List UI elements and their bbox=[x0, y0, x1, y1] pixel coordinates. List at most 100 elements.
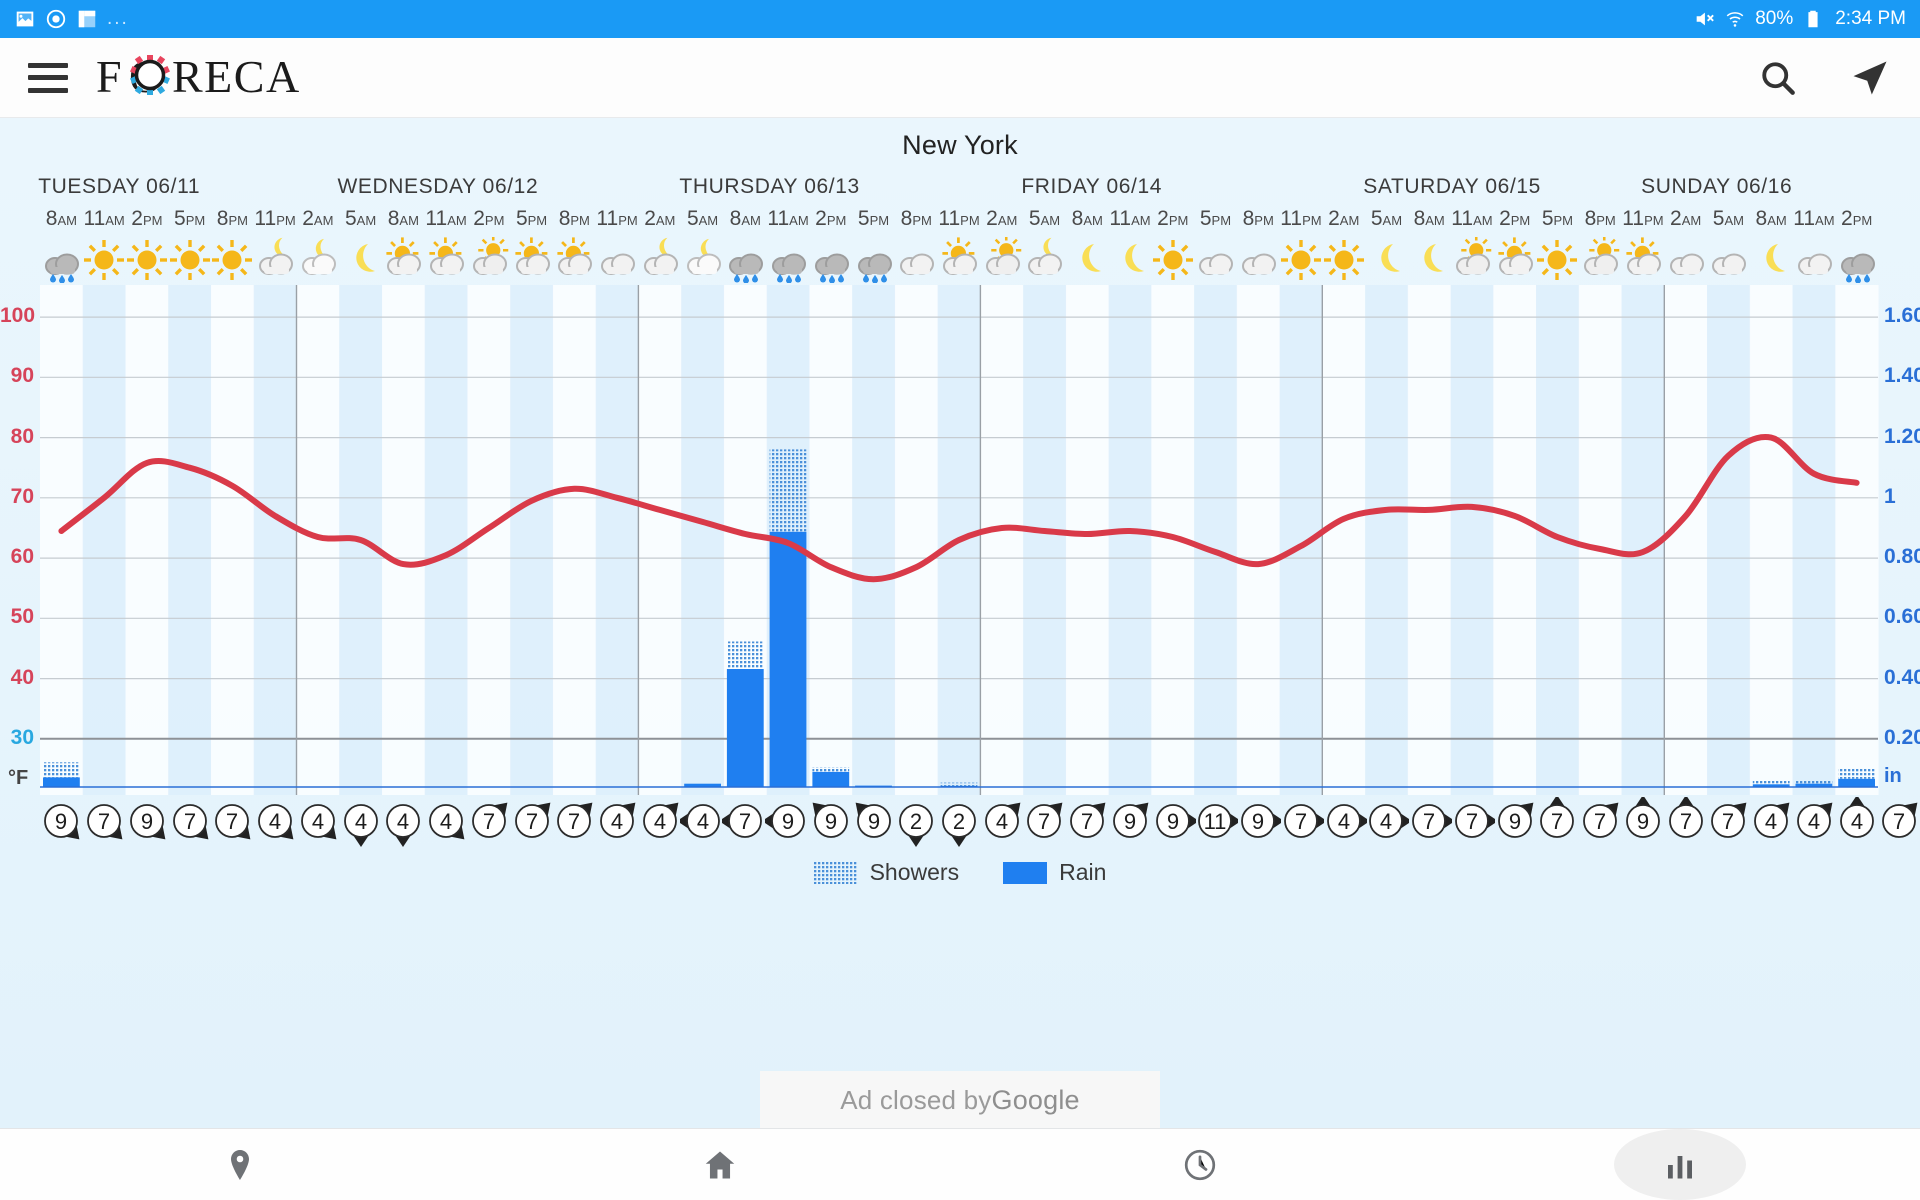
wind-badge: 4 bbox=[295, 797, 341, 849]
day-header-row: TUESDAY 06/11 WEDNESDAY 06/12 THURSDAY 06/… bbox=[0, 175, 1920, 201]
wind-badge: 9 bbox=[38, 797, 84, 849]
svg-text:7: 7 bbox=[568, 809, 580, 834]
weather-partly-cloudy-sun-icon bbox=[1577, 235, 1623, 283]
weather-cloudy-icon bbox=[594, 237, 640, 283]
y2-axis-tick-label: 1.20 bbox=[1884, 424, 1920, 448]
svg-text:9: 9 bbox=[867, 809, 879, 834]
wind-badge-row: 9 7 9 7 7 4 4 4 4 4 7 7 7 4 4 4 7 9 9 9 2 2 4 7 7 9 9 11 9 7 4 4 7 7 9 7 7 9 7… bbox=[0, 795, 1920, 853]
svg-text:11: 11 bbox=[1204, 809, 1227, 834]
hour-label: 5AM bbox=[1028, 207, 1061, 230]
svg-text:7: 7 bbox=[525, 809, 537, 834]
status-notification-icons: ... bbox=[14, 8, 129, 30]
svg-text:7: 7 bbox=[739, 809, 751, 834]
day-header: SUNDAY 06/16 bbox=[1641, 175, 1793, 198]
search-icon[interactable] bbox=[1756, 56, 1800, 100]
wind-badge: 7 bbox=[1064, 797, 1110, 849]
weather-rain-icon bbox=[38, 237, 84, 284]
hour-label: 5AM bbox=[686, 207, 719, 230]
wind-badge: 4 bbox=[1834, 795, 1880, 849]
day-header: WEDNESDAY 06/12 bbox=[337, 175, 539, 198]
weather-sunny-icon bbox=[1278, 237, 1324, 283]
hour-label: 8AM bbox=[387, 207, 419, 230]
y2-axis-tick-label: 0.20 bbox=[1884, 725, 1920, 749]
hour-label: 11AM bbox=[767, 207, 809, 230]
forecast-chart[interactable]: 30 0.20 40 0.40 50 0.60 60 0.80 70 1 80 1.20 90 1.40 1… bbox=[0, 285, 1920, 795]
image-icon bbox=[16, 11, 34, 27]
svg-text:7: 7 bbox=[1893, 809, 1905, 834]
hour-label: 5AM bbox=[1370, 207, 1403, 230]
app-bar: F O RECA bbox=[0, 38, 1920, 118]
y2-axis-tick-label: 1.60 bbox=[1884, 304, 1920, 328]
svg-text:7: 7 bbox=[1551, 809, 1563, 834]
weather-partly-cloudy-sun-icon bbox=[979, 235, 1025, 283]
svg-text:9: 9 bbox=[825, 809, 837, 834]
wind-badge: 4 bbox=[252, 797, 298, 849]
svg-text:4: 4 bbox=[397, 809, 409, 834]
hour-label: 5PM bbox=[857, 207, 890, 230]
wifi-icon bbox=[1726, 12, 1744, 27]
weather-partly-cloudy-sun-icon bbox=[466, 235, 512, 283]
svg-text:4: 4 bbox=[440, 809, 452, 834]
wind-badge: 7 bbox=[719, 797, 768, 849]
nav-item-hourly[interactable] bbox=[960, 1129, 1440, 1200]
weather-partly-cloudy-icon bbox=[936, 237, 982, 283]
day-header: SATURDAY 06/15 bbox=[1363, 175, 1541, 198]
svg-text:4: 4 bbox=[312, 809, 324, 834]
home-icon bbox=[705, 1151, 735, 1178]
svg-text:4: 4 bbox=[1808, 809, 1820, 834]
locate-arrow-icon[interactable] bbox=[1848, 56, 1892, 100]
day-header: FRIDAY 06/14 bbox=[1021, 175, 1162, 198]
weather-icon-row bbox=[0, 235, 1920, 284]
wind-badge: 7 bbox=[1577, 797, 1623, 849]
showers-swatch-icon bbox=[813, 861, 858, 884]
wind-badge: 4 bbox=[1363, 797, 1413, 849]
legend-label-rain: Rain bbox=[1059, 859, 1107, 885]
wind-badge: 9 bbox=[1492, 797, 1538, 849]
svg-text:9: 9 bbox=[1509, 809, 1521, 834]
weather-cloudy-icon bbox=[1235, 237, 1281, 283]
chart-legend: Showers Rain bbox=[0, 859, 1920, 886]
rain-swatch-icon bbox=[1003, 861, 1048, 884]
nav-item-home[interactable] bbox=[480, 1129, 960, 1200]
weather-moon-icon bbox=[1064, 237, 1110, 283]
wind-badge: 4 bbox=[979, 797, 1025, 849]
nav-item-places[interactable] bbox=[0, 1129, 480, 1200]
svg-text:RECA: RECA bbox=[172, 51, 301, 102]
ad-banner[interactable]: Ad closed by Google bbox=[760, 1071, 1160, 1129]
nav-item-charts[interactable] bbox=[1440, 1129, 1920, 1200]
menu-icon[interactable] bbox=[28, 62, 68, 93]
hour-label: 8AM bbox=[45, 207, 77, 230]
weather-app-screen: ... 80% 2:34 PM F O REC bbox=[0, 0, 1920, 1200]
wind-badge: 9 bbox=[1107, 797, 1153, 849]
weather-partly-cloudy-night-icon bbox=[637, 237, 683, 283]
hour-label: 5PM bbox=[174, 207, 206, 230]
hour-label: 5PM bbox=[1199, 207, 1232, 230]
y-axis-tick-label: 60 bbox=[10, 545, 34, 569]
wind-badge: 9 bbox=[1620, 795, 1666, 849]
hour-label: 11AM bbox=[1109, 207, 1151, 230]
weather-sunny-icon bbox=[1534, 237, 1580, 283]
y-axis-unit-label: °F bbox=[8, 767, 29, 789]
hour-label: 5PM bbox=[515, 207, 548, 230]
page-title: New York bbox=[902, 130, 1018, 160]
weather-sunny-icon bbox=[1150, 237, 1196, 283]
wind-badge: 9 bbox=[1150, 797, 1199, 849]
wind-badge: 7 bbox=[1705, 797, 1751, 849]
svg-text:7: 7 bbox=[183, 809, 195, 834]
svg-text:7: 7 bbox=[1680, 809, 1692, 834]
status-overflow-dots: ... bbox=[107, 8, 129, 29]
wind-badge: 7 bbox=[81, 797, 127, 849]
svg-text:7: 7 bbox=[1038, 809, 1050, 834]
clock-time: 2:34 PM bbox=[1835, 8, 1906, 29]
hour-label: 2PM bbox=[1157, 207, 1189, 230]
legend-item-rain: Rain bbox=[1003, 859, 1106, 886]
wind-badge: 7 bbox=[551, 797, 597, 849]
svg-text:4: 4 bbox=[611, 809, 623, 834]
svg-text:9: 9 bbox=[1124, 809, 1136, 834]
weather-sunny-icon bbox=[81, 237, 127, 283]
svg-text:7: 7 bbox=[1423, 809, 1435, 834]
wind-badge: 11 bbox=[1192, 797, 1242, 849]
hour-label: 11AM bbox=[425, 207, 467, 230]
wind-badge: 4 bbox=[676, 797, 726, 849]
weather-rain-icon bbox=[722, 237, 768, 284]
